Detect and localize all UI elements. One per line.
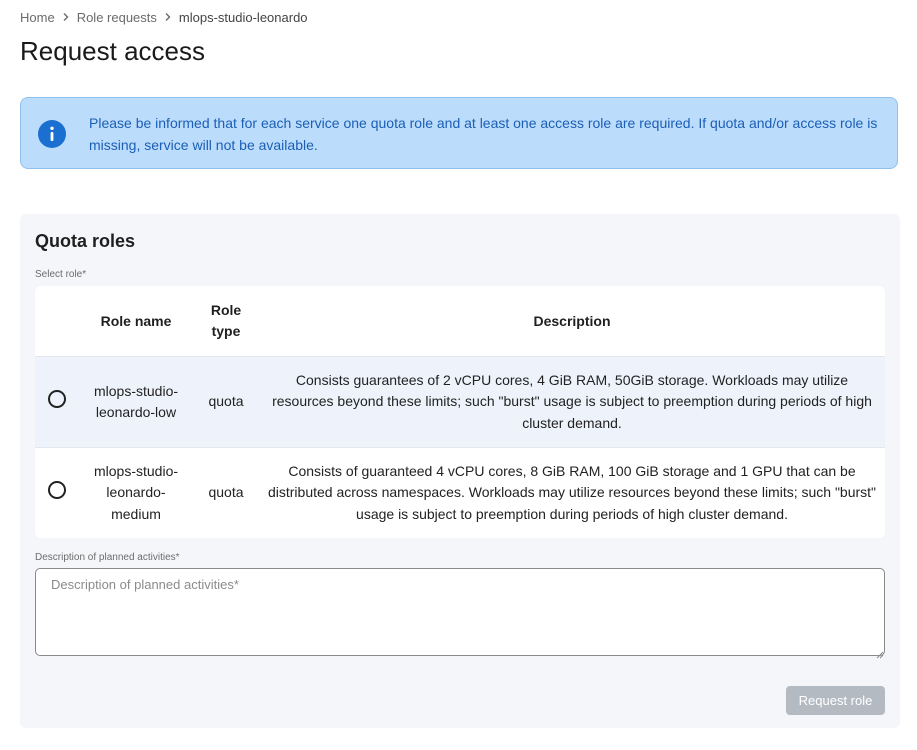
request-role-button[interactable]: Request role xyxy=(786,686,885,715)
info-icon xyxy=(38,120,66,148)
quota-roles-card: Quota roles Select role* Role name Role … xyxy=(20,214,900,728)
radio-cell xyxy=(35,447,79,538)
radio-cell xyxy=(35,356,79,448)
breadcrumb-current: mlops-studio-leonardo xyxy=(178,9,308,25)
role-type-cell: quota xyxy=(193,356,259,448)
column-header-description: Description xyxy=(259,286,885,357)
table-row[interactable]: mlops-studio-leonardo-medium quota Consi… xyxy=(35,447,885,538)
table-row[interactable]: mlops-studio-leonardo-low quota Consists… xyxy=(35,356,885,448)
info-message: Please be informed that for each service… xyxy=(89,115,878,153)
section-title: Quota roles xyxy=(35,231,136,251)
role-type-cell: quota xyxy=(193,447,259,538)
breadcrumb-home[interactable]: Home xyxy=(20,10,55,25)
planned-activities-input[interactable] xyxy=(35,568,885,656)
table-header-row: Role name Role type Description xyxy=(35,286,885,357)
column-header-role-type: Role type xyxy=(193,286,259,357)
role-description-cell: Consists of guaranteed 4 vCPU cores, 8 G… xyxy=(259,447,885,538)
role-radio-button[interactable] xyxy=(48,480,66,499)
info-banner: Please be informed that for each service… xyxy=(20,97,898,169)
select-role-label: Select role* xyxy=(35,269,87,280)
column-header-select xyxy=(35,286,79,357)
breadcrumb-role-requests[interactable]: Role requests xyxy=(77,10,157,25)
roles-table: Role name Role type Description mlops-st… xyxy=(35,286,885,538)
page-title: Request access xyxy=(20,36,205,66)
chevron-right-icon xyxy=(160,9,176,25)
activities-label: Description of planned activities* xyxy=(35,552,180,563)
chevron-right-icon xyxy=(58,9,74,25)
role-name-cell: mlops-studio-leonardo-low xyxy=(79,356,193,448)
role-description-cell: Consists guarantees of 2 vCPU cores, 4 G… xyxy=(259,356,885,448)
resize-handle-icon[interactable] xyxy=(875,646,884,659)
role-radio-button[interactable] xyxy=(48,389,66,408)
breadcrumb: Home Role requests mlops-studio-leonardo xyxy=(20,9,308,25)
column-header-role-name: Role name xyxy=(79,286,193,357)
role-name-cell: mlops-studio-leonardo-medium xyxy=(79,447,193,538)
